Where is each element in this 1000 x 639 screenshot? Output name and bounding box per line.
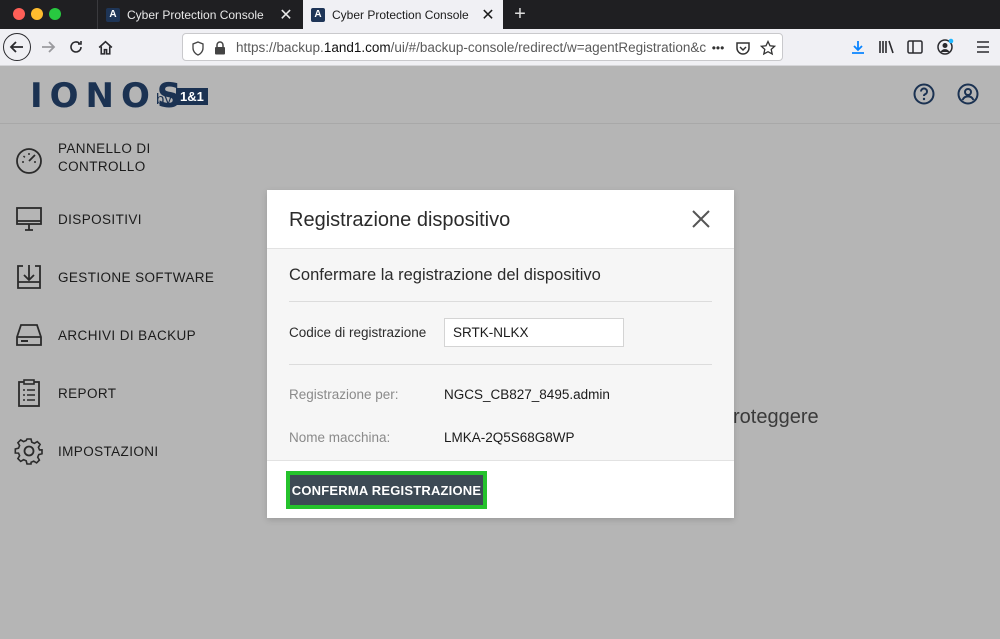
dialog-footer: CONFERMA REGISTRAZIONE [267,460,734,518]
acronis-favicon-icon: A [106,7,120,22]
url-bar[interactable]: https://backup.1and1.com/ui/#/backup-con… [182,33,783,61]
sidebar-item-label: DISPOSITIVI [58,212,142,227]
background-page-text: roteggere [733,406,819,428]
clipboard-icon [18,379,40,407]
tab-title: Cyber Protection Console [332,7,469,22]
drive-icon [16,324,42,346]
divider [289,301,712,302]
logo-1and1-badge: 1&1 [176,88,208,105]
sidebar-item-label: IMPOSTAZIONI [58,444,159,459]
sidebar-item-backup-archives[interactable]: ARCHIVI DI BACKUP [0,320,232,350]
machine-name-value: LMKA-2Q5S68G8WP [444,430,575,445]
sidebar-item-report[interactable]: REPORT [0,378,232,408]
window-minimize-button[interactable] [31,8,43,20]
software-download-icon [17,265,41,289]
acronis-favicon-icon: A [311,7,325,22]
monitor-icon [16,207,42,231]
dashboard-gauge-icon [16,148,42,174]
gear-icon [14,438,43,465]
registration-code-label: Codice di registrazione [289,325,427,340]
browser-nav-bar: https://backup.1and1.com/ui/#/backup-con… [0,29,1000,66]
tab-title: Cyber Protection Console [127,7,264,22]
forward-button[interactable] [34,33,62,61]
tab-close-icon[interactable]: ✕ [277,5,295,25]
tab-close-icon[interactable]: ✕ [479,5,497,25]
registration-code-field[interactable] [444,318,624,347]
registration-for-label: Registrazione per: [289,387,399,402]
page-actions-menu[interactable]: ••• [707,39,729,57]
device-registration-dialog: Registrazione dispositivo Confermare la … [267,190,734,518]
account-button[interactable] [931,33,959,61]
sidebar-item-label: REPORT [58,386,117,401]
logo-by-text: by [156,91,172,108]
library-button[interactable] [873,33,901,61]
confirm-registration-button[interactable]: CONFERMA REGISTRAZIONE [290,475,483,505]
window-close-button[interactable] [13,8,25,20]
sidebar-item-devices[interactable]: DISPOSITIVI [0,204,232,234]
machine-name-label: Nome macchina: [289,430,391,445]
user-profile-icon[interactable] [957,83,979,105]
bookmark-star-icon[interactable] [759,39,777,57]
arrow-right-icon [42,41,56,53]
help-icon[interactable] [913,83,935,105]
url-text[interactable]: https://backup.1and1.com/ui/#/backup-con… [236,40,706,55]
download-arrow-icon [852,41,864,54]
new-tab-button[interactable]: + [510,3,530,25]
home-icon [98,40,112,55]
divider [289,364,712,365]
sidebar-item-settings[interactable]: IMPOSTAZIONI [0,436,232,466]
sidebar-nav: PANNELLO DI CONTROLLO DISPOSITIVI GESTIO… [0,124,232,639]
browser-tab-bar: A Cyber Protection Console ✕ A Cyber Pro… [0,0,1000,29]
library-icon [879,40,894,54]
browser-tab-2[interactable]: A Cyber Protection Console ✕ [303,0,503,29]
browser-tab-1[interactable]: A Cyber Protection Console ✕ [97,0,301,29]
app-menu-button[interactable] [969,33,997,61]
home-button[interactable] [91,33,119,61]
registration-for-value: NGCS_CB827_8495.admin [444,387,610,402]
account-avatar-icon [937,38,954,55]
dialog-subtitle: Confermare la registrazione del disposit… [289,266,601,284]
arrow-left-icon [9,41,23,53]
reload-icon [70,41,82,53]
sidebar-item-dashboard[interactable]: PANNELLO DI CONTROLLO [0,138,232,188]
tracking-shield-icon[interactable] [189,39,207,57]
hamburger-menu-icon [977,41,989,53]
lock-icon[interactable] [211,39,229,57]
reload-button[interactable] [62,33,90,61]
sidebar-item-label: ARCHIVI DI BACKUP [58,328,197,343]
sidebar-item-label: GESTIONE SOFTWARE [58,270,215,285]
sidebar-item-label: PANNELLO DI CONTROLLO [58,141,151,174]
sidebar-panel-icon [907,40,923,54]
app-header: IONOS by 1&1 [0,66,1000,124]
close-icon[interactable] [689,207,713,231]
dialog-header: Registrazione dispositivo [267,190,734,249]
window-maximize-button[interactable] [49,8,61,20]
sidebar-toggle-button[interactable] [901,33,929,61]
dialog-title: Registrazione dispositivo [289,209,511,231]
back-button[interactable] [3,33,31,61]
pocket-icon[interactable] [734,39,752,57]
downloads-button[interactable] [844,33,872,61]
sidebar-item-software[interactable]: GESTIONE SOFTWARE [0,262,232,292]
